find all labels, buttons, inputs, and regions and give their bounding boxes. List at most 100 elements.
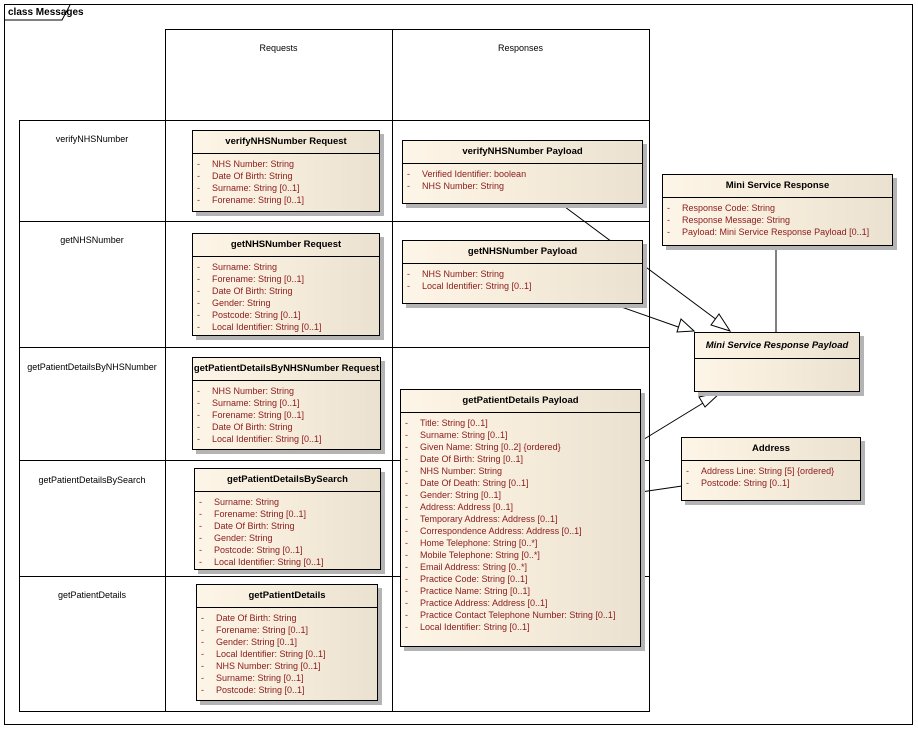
grid-line (19, 120, 650, 121)
class-getpatientdetails-payload[interactable]: getPatientDetails Payload - Title: String… (400, 389, 641, 647)
class-attribute: - Date Of Birth: String (193, 170, 379, 182)
visibility-marker: - (201, 649, 204, 659)
attribute-text: Date Of Birth: String (212, 171, 293, 181)
attribute-list: - Title: String [0..1] - Surname: String [0… (401, 413, 640, 633)
visibility-marker: - (405, 526, 408, 536)
visibility-marker: - (199, 509, 202, 519)
attribute-list: - NHS Number: String - Local Identifier: St… (403, 264, 642, 292)
visibility-marker: - (405, 610, 408, 620)
class-attribute: - Local Identifier: String [0..1] (193, 433, 380, 445)
class-title: getPatientDetails (197, 585, 377, 608)
visibility-marker: - (405, 502, 408, 512)
class-mini-service-response[interactable]: Mini Service Response - Response Code: St… (662, 174, 893, 246)
visibility-marker: - (405, 478, 408, 488)
visibility-marker: - (197, 171, 200, 181)
row-header: verifyNHSNumber (55, 134, 129, 144)
visibility-marker: - (197, 422, 200, 432)
class-title: getPatientDetailsByNHSNumber Request (193, 358, 380, 381)
class-attribute: - Date Of Birth: String (193, 421, 380, 433)
class-attribute: - Response Message: String (663, 214, 892, 226)
class-getnhsnumber-request[interactable]: getNHSNumber Request - Surname: String - Fo… (192, 233, 380, 336)
visibility-marker: - (405, 418, 408, 428)
class-attribute: - Local Identifier: String [0..1] (401, 621, 640, 633)
class-title: getPatientDetails Payload (401, 390, 640, 413)
class-attribute: - Forename: String [0..1] (193, 409, 380, 421)
class-getpatientdetails[interactable]: getPatientDetails - Date Of Birth: String… (196, 584, 378, 701)
visibility-marker: - (197, 195, 200, 205)
visibility-marker: - (199, 521, 202, 531)
class-attribute: - Forename: String [0..1] (193, 194, 379, 206)
class-attribute: - Date Of Death: String [0..1] (401, 477, 640, 489)
visibility-marker: - (197, 286, 200, 296)
attribute-list: - Surname: String - Forename: String [0..1]… (193, 257, 379, 333)
attribute-text: Address Line: String [5] {ordered} (701, 466, 835, 476)
class-attribute: - Date Of Birth: String (193, 285, 379, 297)
grid-line (19, 221, 650, 222)
attribute-text: Mobile Telephone: String [0..*] (420, 550, 540, 560)
class-attribute: - Home Telephone: String [0..*] (401, 537, 640, 549)
class-attribute: - Temporary Address: Address [0..1] (401, 513, 640, 525)
visibility-marker: - (667, 227, 670, 237)
class-attribute: - Email Address: String [0..*] (401, 561, 640, 573)
class-attribute: - Response Code: String (663, 202, 892, 214)
visibility-marker: - (197, 410, 200, 420)
class-attribute: - Forename: String [0..1] (193, 273, 379, 285)
class-attribute: - Local Identifier: String [0..1] (197, 648, 377, 660)
attribute-text: Date Of Birth: String (216, 613, 297, 623)
attribute-text: Gender: String [0..1] (420, 490, 502, 500)
visibility-marker: - (197, 159, 200, 169)
attribute-text: Local Identifier: String [0..1] (212, 434, 322, 444)
visibility-marker: - (405, 490, 408, 500)
class-attribute: - Gender: String [0..1] (197, 636, 377, 648)
visibility-marker: - (405, 562, 408, 572)
class-title: Address (682, 438, 860, 461)
class-attribute: - Mobile Telephone: String [0..*] (401, 549, 640, 561)
attribute-text: Surname: String [0..1] (216, 673, 304, 683)
class-attribute: - NHS Number: String (193, 385, 380, 397)
visibility-marker: - (407, 169, 410, 179)
class-mini-service-response-payload[interactable]: Mini Service Response Payload (694, 332, 860, 392)
class-attribute: - Local Identifier: String [0..1] (193, 321, 379, 333)
attribute-text: NHS Number: String (420, 466, 503, 476)
class-attribute: - Forename: String [0..1] (195, 508, 380, 520)
class-attribute: - Local Identifier: String [0..1] (403, 280, 642, 292)
class-attribute: - Practice Name: String [0..1] (401, 585, 640, 597)
attribute-text: Surname: String (212, 262, 278, 272)
attribute-text: Practice Contact Telephone Number: Strin… (420, 610, 616, 620)
row-header: getNHSNumber (60, 235, 124, 245)
attribute-text: Home Telephone: String [0..*] (420, 538, 538, 548)
visibility-marker: - (197, 322, 200, 332)
class-verifynhsnumber-payload[interactable]: verifyNHSNumber Payload - Verified Identi… (402, 140, 643, 204)
attribute-text: Practice Code: String [0..1] (420, 574, 528, 584)
class-attribute: - Title: String [0..1] (401, 417, 640, 429)
visibility-marker: - (405, 598, 408, 608)
attribute-text: Date Of Birth: String [0..1] (420, 454, 524, 464)
class-attribute: - NHS Number: String (403, 180, 642, 192)
class-attribute: - Correspondence Address: Address [0..1] (401, 525, 640, 537)
visibility-marker: - (201, 613, 204, 623)
visibility-marker: - (197, 262, 200, 272)
class-getnhsnumber-payload[interactable]: getNHSNumber Payload - NHS Number: String… (402, 240, 643, 304)
class-attribute: - Address: Address [0..1] (401, 501, 640, 513)
attribute-text: Postcode: String [0..1] (212, 310, 301, 320)
class-attribute: - Postcode: String [0..1] (197, 684, 377, 696)
attribute-text: Date Of Birth: String (212, 422, 293, 432)
class-attribute: - Surname: String (193, 261, 379, 273)
class-title: verifyNHSNumber Request (193, 131, 379, 154)
class-address[interactable]: Address - Address Line: String [5] {order… (681, 437, 861, 501)
attribute-text: Temporary Address: Address [0..1] (420, 514, 558, 524)
attribute-text: Surname: String [0..1] (212, 183, 300, 193)
class-attribute: - Postcode: String [0..1] (195, 544, 380, 556)
class-getpatientdetailsbynhsnumber-request[interactable]: getPatientDetailsByNHSNumber Request - NH… (192, 357, 381, 450)
attribute-text: Postcode: String [0..1] (701, 478, 790, 488)
grid-line (165, 29, 166, 711)
attribute-text: Given Name: String [0..2] {ordered} (420, 442, 561, 452)
row-header: getPatientDetailsByNHSNumber (27, 362, 157, 372)
attribute-text: Local Identifier: String [0..1] (420, 622, 530, 632)
visibility-marker: - (405, 574, 408, 584)
class-verifynhsnumber-request[interactable]: verifyNHSNumber Request - NHS Number: Str… (192, 130, 380, 212)
class-getpatientdetailsbysearch[interactable]: getPatientDetailsBySearch - Surname: Stri… (194, 468, 381, 570)
attribute-list: - NHS Number: String - Date Of Birth: Strin… (193, 154, 379, 206)
attribute-text: Forename: String [0..1] (214, 509, 307, 519)
attribute-text: NHS Number: String (422, 269, 505, 279)
